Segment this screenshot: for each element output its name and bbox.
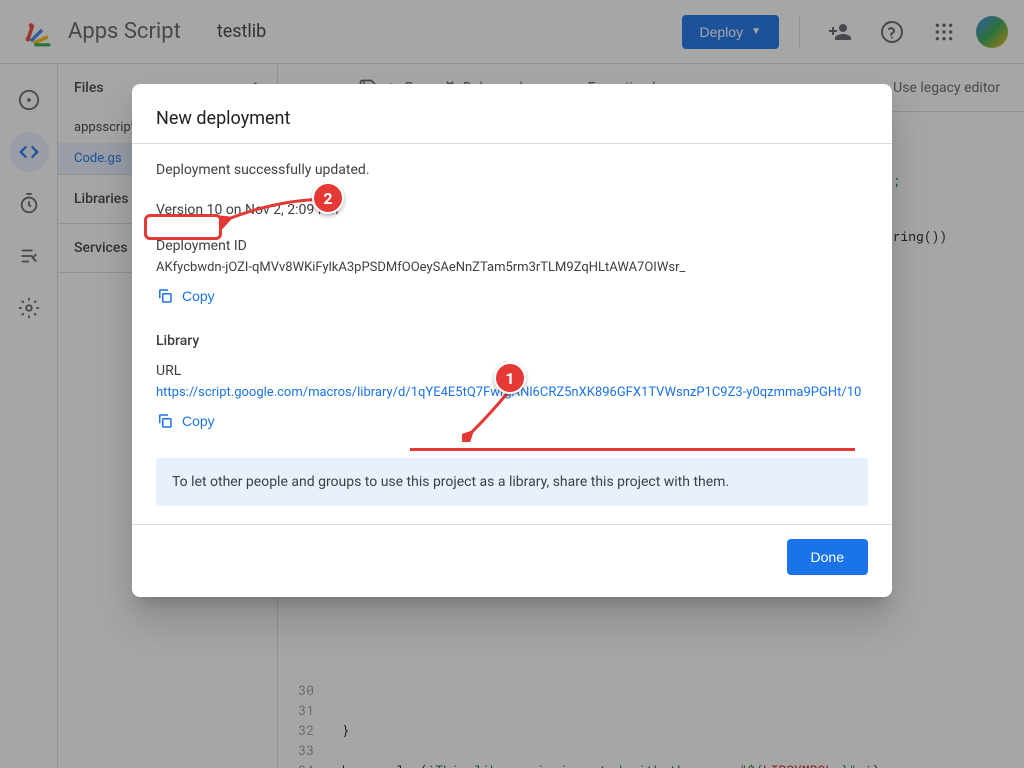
deployment-id-label: Deployment ID — [156, 238, 868, 254]
library-url-link[interactable]: https://script.google.com/macros/library… — [156, 385, 868, 400]
library-section-label: Library — [156, 333, 868, 349]
done-button[interactable]: Done — [787, 539, 868, 575]
copy-url-button[interactable]: Copy — [156, 408, 215, 434]
url-label: URL — [156, 363, 868, 379]
annotation-box-version — [144, 214, 222, 240]
deployment-id-value: AKfycbwdn-jOZI-qMVv8WKiFylkA3pPSDMfOOeyS… — [156, 260, 868, 275]
version-info: Version 10 on Nov 2, 2:09 PM — [156, 202, 868, 218]
copy-deployment-id-button[interactable]: Copy — [156, 283, 215, 309]
new-deployment-dialog: New deployment Deployment successfully u… — [132, 84, 892, 597]
dialog-title: New deployment — [132, 84, 892, 144]
annotation-underline-url — [410, 448, 855, 451]
success-message: Deployment successfully updated. — [156, 162, 868, 178]
modal-overlay: New deployment Deployment successfully u… — [0, 0, 1024, 768]
share-info-box: To let other people and groups to use th… — [156, 458, 868, 506]
